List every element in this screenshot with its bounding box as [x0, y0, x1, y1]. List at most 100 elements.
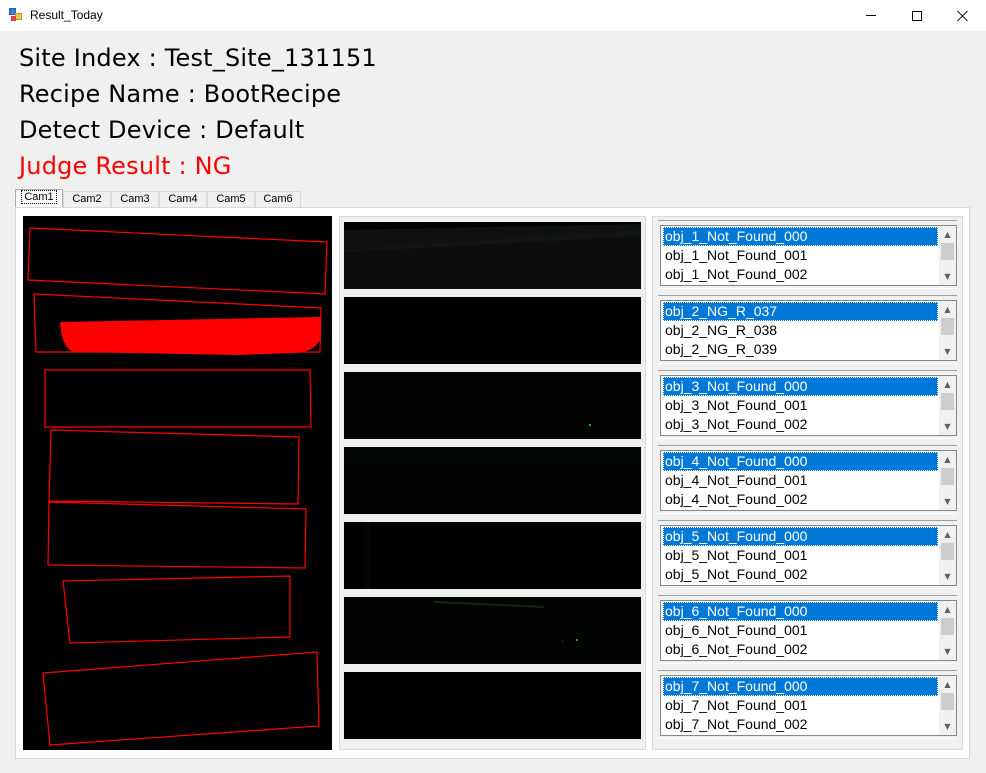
list-item[interactable]: obj_5_Not_Found_001: [663, 546, 938, 565]
scroll-down-icon[interactable]: ▼: [939, 643, 956, 660]
list-item[interactable]: obj_5_Not_Found_002: [663, 565, 938, 584]
region-outline-3: [44, 369, 312, 428]
minimize-button[interactable]: [848, 0, 894, 31]
list-item[interactable]: obj_5_Not_Found_000: [663, 527, 938, 546]
list-item[interactable]: obj_7_Not_Found_001: [663, 696, 938, 715]
scroll-down-icon[interactable]: ▼: [939, 268, 956, 285]
scroll-thumb[interactable]: [941, 393, 954, 410]
listbox-scrollbar[interactable]: ▲ ▼: [939, 451, 956, 510]
list-item[interactable]: obj_4_Not_Found_000: [663, 452, 938, 471]
object-list-group-2: obj_2_NG_R_037 obj_2_NG_R_038 obj_2_NG_R…: [658, 295, 957, 364]
list-item[interactable]: obj_6_Not_Found_000: [663, 602, 938, 621]
object-list-group-4: obj_4_Not_Found_000 obj_4_Not_Found_001 …: [658, 445, 957, 514]
scroll-thumb[interactable]: [941, 543, 954, 560]
crop-image-2-pixels: [344, 297, 641, 364]
object-listbox-6[interactable]: obj_6_Not_Found_000 obj_6_Not_Found_001 …: [660, 600, 957, 661]
list-item[interactable]: obj_2_NG_R_039: [663, 340, 938, 359]
tab-cam1[interactable]: Cam1: [15, 189, 63, 208]
crop-image-3-pixels: [344, 372, 641, 439]
scroll-up-icon[interactable]: ▲: [939, 601, 956, 618]
listbox-scrollbar[interactable]: ▲ ▼: [939, 601, 956, 660]
list-item[interactable]: obj_7_Not_Found_002: [663, 715, 938, 734]
object-list-column: obj_1_Not_Found_000 obj_1_Not_Found_001 …: [652, 216, 963, 750]
maximize-button[interactable]: [894, 0, 940, 31]
region-outline-6: [62, 575, 291, 644]
app-icon: [9, 8, 23, 22]
crop-image-6[interactable]: [344, 597, 641, 664]
maximize-icon: [912, 10, 922, 21]
list-item[interactable]: obj_2_NG_R_037: [663, 302, 938, 321]
scroll-up-icon[interactable]: ▲: [939, 301, 956, 318]
listbox-scrollbar[interactable]: ▲ ▼: [939, 376, 956, 435]
scroll-down-icon[interactable]: ▼: [939, 343, 956, 360]
scroll-down-icon[interactable]: ▼: [939, 718, 956, 735]
list-item[interactable]: obj_2_NG_R_038: [663, 321, 938, 340]
object-list-group-3: obj_3_Not_Found_000 obj_3_Not_Found_001 …: [658, 370, 957, 439]
crop-image-7[interactable]: [344, 672, 641, 739]
close-button[interactable]: [940, 0, 986, 31]
object-list-group-6: obj_6_Not_Found_000 obj_6_Not_Found_001 …: [658, 595, 957, 664]
object-listbox-2[interactable]: obj_2_NG_R_037 obj_2_NG_R_038 obj_2_NG_R…: [660, 300, 957, 361]
list-item[interactable]: obj_7_Not_Found_000: [663, 677, 938, 696]
list-item[interactable]: obj_6_Not_Found_001: [663, 621, 938, 640]
list-item[interactable]: obj_1_Not_Found_001: [663, 246, 938, 265]
crop-image-5[interactable]: [344, 522, 641, 589]
list-item[interactable]: obj_3_Not_Found_002: [663, 415, 938, 434]
list-item[interactable]: obj_3_Not_Found_000: [663, 377, 938, 396]
scroll-thumb[interactable]: [941, 693, 954, 710]
tab-cam4[interactable]: Cam4: [159, 191, 207, 208]
crop-image-5-pixels: [344, 522, 641, 589]
crop-image-1[interactable]: [344, 222, 641, 289]
object-listbox-4[interactable]: obj_4_Not_Found_000 obj_4_Not_Found_001 …: [660, 450, 957, 511]
list-item[interactable]: obj_6_Not_Found_002: [663, 640, 938, 659]
region-outline-7: [42, 651, 320, 746]
scroll-up-icon[interactable]: ▲: [939, 376, 956, 393]
judge-result-label: Judge Result : NG: [19, 152, 232, 180]
minimize-icon: [866, 15, 876, 16]
crop-image-7-pixels: [344, 672, 641, 739]
detect-device-label: Detect Device : Default: [19, 116, 305, 144]
tab-cam2[interactable]: Cam2: [63, 191, 111, 208]
scroll-thumb[interactable]: [941, 618, 954, 635]
object-list-group-5: obj_5_Not_Found_000 obj_5_Not_Found_001 …: [658, 520, 957, 589]
site-index-label: Site Index : Test_Site_131151: [19, 44, 377, 72]
window-title: Result_Today: [30, 8, 103, 22]
listbox-scrollbar[interactable]: ▲ ▼: [939, 676, 956, 735]
scroll-down-icon[interactable]: ▼: [939, 493, 956, 510]
object-listbox-7[interactable]: obj_7_Not_Found_000 obj_7_Not_Found_001 …: [660, 675, 957, 736]
listbox-scrollbar[interactable]: ▲ ▼: [939, 301, 956, 360]
list-item[interactable]: obj_1_Not_Found_000: [663, 227, 938, 246]
region-outline-5: [47, 501, 307, 569]
object-listbox-1[interactable]: obj_1_Not_Found_000 obj_1_Not_Found_001 …: [660, 225, 957, 286]
list-item[interactable]: obj_3_Not_Found_001: [663, 396, 938, 415]
scroll-down-icon[interactable]: ▼: [939, 568, 956, 585]
scroll-up-icon[interactable]: ▲: [939, 226, 956, 243]
list-item[interactable]: obj_1_Not_Found_002: [663, 265, 938, 284]
list-item[interactable]: obj_4_Not_Found_001: [663, 471, 938, 490]
listbox-scrollbar[interactable]: ▲ ▼: [939, 226, 956, 285]
close-icon: [957, 10, 969, 22]
crop-image-4[interactable]: [344, 447, 641, 514]
scroll-up-icon[interactable]: ▲: [939, 526, 956, 543]
scroll-down-icon[interactable]: ▼: [939, 418, 956, 435]
scroll-thumb[interactable]: [941, 468, 954, 485]
crop-image-2[interactable]: [344, 297, 641, 364]
object-list-group-7: obj_7_Not_Found_000 obj_7_Not_Found_001 …: [658, 670, 957, 739]
list-item[interactable]: obj_4_Not_Found_002: [663, 490, 938, 509]
crop-image-3[interactable]: [344, 372, 641, 439]
object-listbox-3[interactable]: obj_3_Not_Found_000 obj_3_Not_Found_001 …: [660, 375, 957, 436]
title-bar[interactable]: Result_Today: [0, 0, 986, 31]
tab-cam3[interactable]: Cam3: [111, 191, 159, 208]
region-overlay: [27, 227, 328, 746]
scroll-up-icon[interactable]: ▲: [939, 676, 956, 693]
scroll-thumb[interactable]: [941, 243, 954, 260]
crop-image-column: [339, 216, 646, 750]
object-listbox-5[interactable]: obj_5_Not_Found_000 obj_5_Not_Found_001 …: [660, 525, 957, 586]
tab-cam6[interactable]: Cam6: [255, 191, 301, 208]
camera-image[interactable]: [23, 216, 332, 750]
scroll-up-icon[interactable]: ▲: [939, 451, 956, 468]
listbox-scrollbar[interactable]: ▲ ▼: [939, 526, 956, 585]
object-list-group-1: obj_1_Not_Found_000 obj_1_Not_Found_001 …: [658, 220, 957, 289]
scroll-thumb[interactable]: [941, 318, 954, 335]
tab-cam5[interactable]: Cam5: [207, 191, 255, 208]
